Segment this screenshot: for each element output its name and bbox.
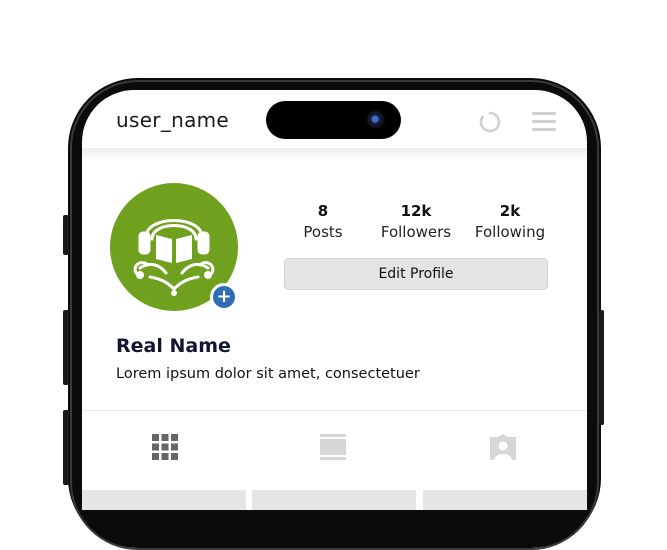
tab-reels[interactable] — [320, 434, 350, 464]
tagged-icon — [490, 434, 516, 460]
tab-tagged[interactable] — [490, 434, 520, 464]
bio-text: Lorem ipsum dolor sit amet, consectetuer — [116, 366, 420, 382]
stat-posts[interactable]: 8 Posts — [273, 202, 373, 241]
username-title[interactable]: user_name — [116, 108, 229, 132]
reels-icon — [320, 434, 346, 460]
post-thumbnail[interactable] — [82, 490, 246, 510]
post-thumbnail[interactable] — [423, 490, 587, 510]
stat-label: Posts — [303, 223, 343, 241]
menu-icon[interactable] — [532, 112, 556, 132]
phone-side-button — [63, 215, 69, 255]
phone-screen: user_name + 8 Posts 12k Followers 2k Fol… — [82, 90, 587, 510]
stat-following[interactable]: 2k Following — [460, 202, 560, 241]
stat-label: Following — [474, 223, 546, 241]
real-name: Real Name — [116, 335, 231, 357]
stat-value: 8 — [317, 202, 329, 220]
dynamic-island — [266, 101, 401, 139]
add-story-button[interactable]: + — [210, 283, 238, 311]
phone-side-button — [63, 410, 69, 485]
edit-profile-button[interactable]: Edit Profile — [284, 258, 548, 290]
grid-icon — [152, 434, 178, 460]
stat-label: Followers — [380, 223, 452, 241]
tab-posts-grid[interactable] — [152, 434, 182, 464]
plus-icon: + — [216, 286, 232, 307]
camera-icon — [367, 111, 385, 129]
stat-value: 2k — [499, 202, 521, 220]
tabs-divider — [82, 410, 587, 411]
stat-followers[interactable]: 12k Followers — [366, 202, 466, 241]
stat-value: 12k — [400, 202, 432, 220]
phone-side-button — [599, 310, 604, 425]
refresh-icon[interactable] — [478, 110, 502, 134]
header-divider — [82, 148, 587, 160]
phone-side-button — [63, 310, 69, 385]
post-thumbnail[interactable] — [252, 490, 416, 510]
